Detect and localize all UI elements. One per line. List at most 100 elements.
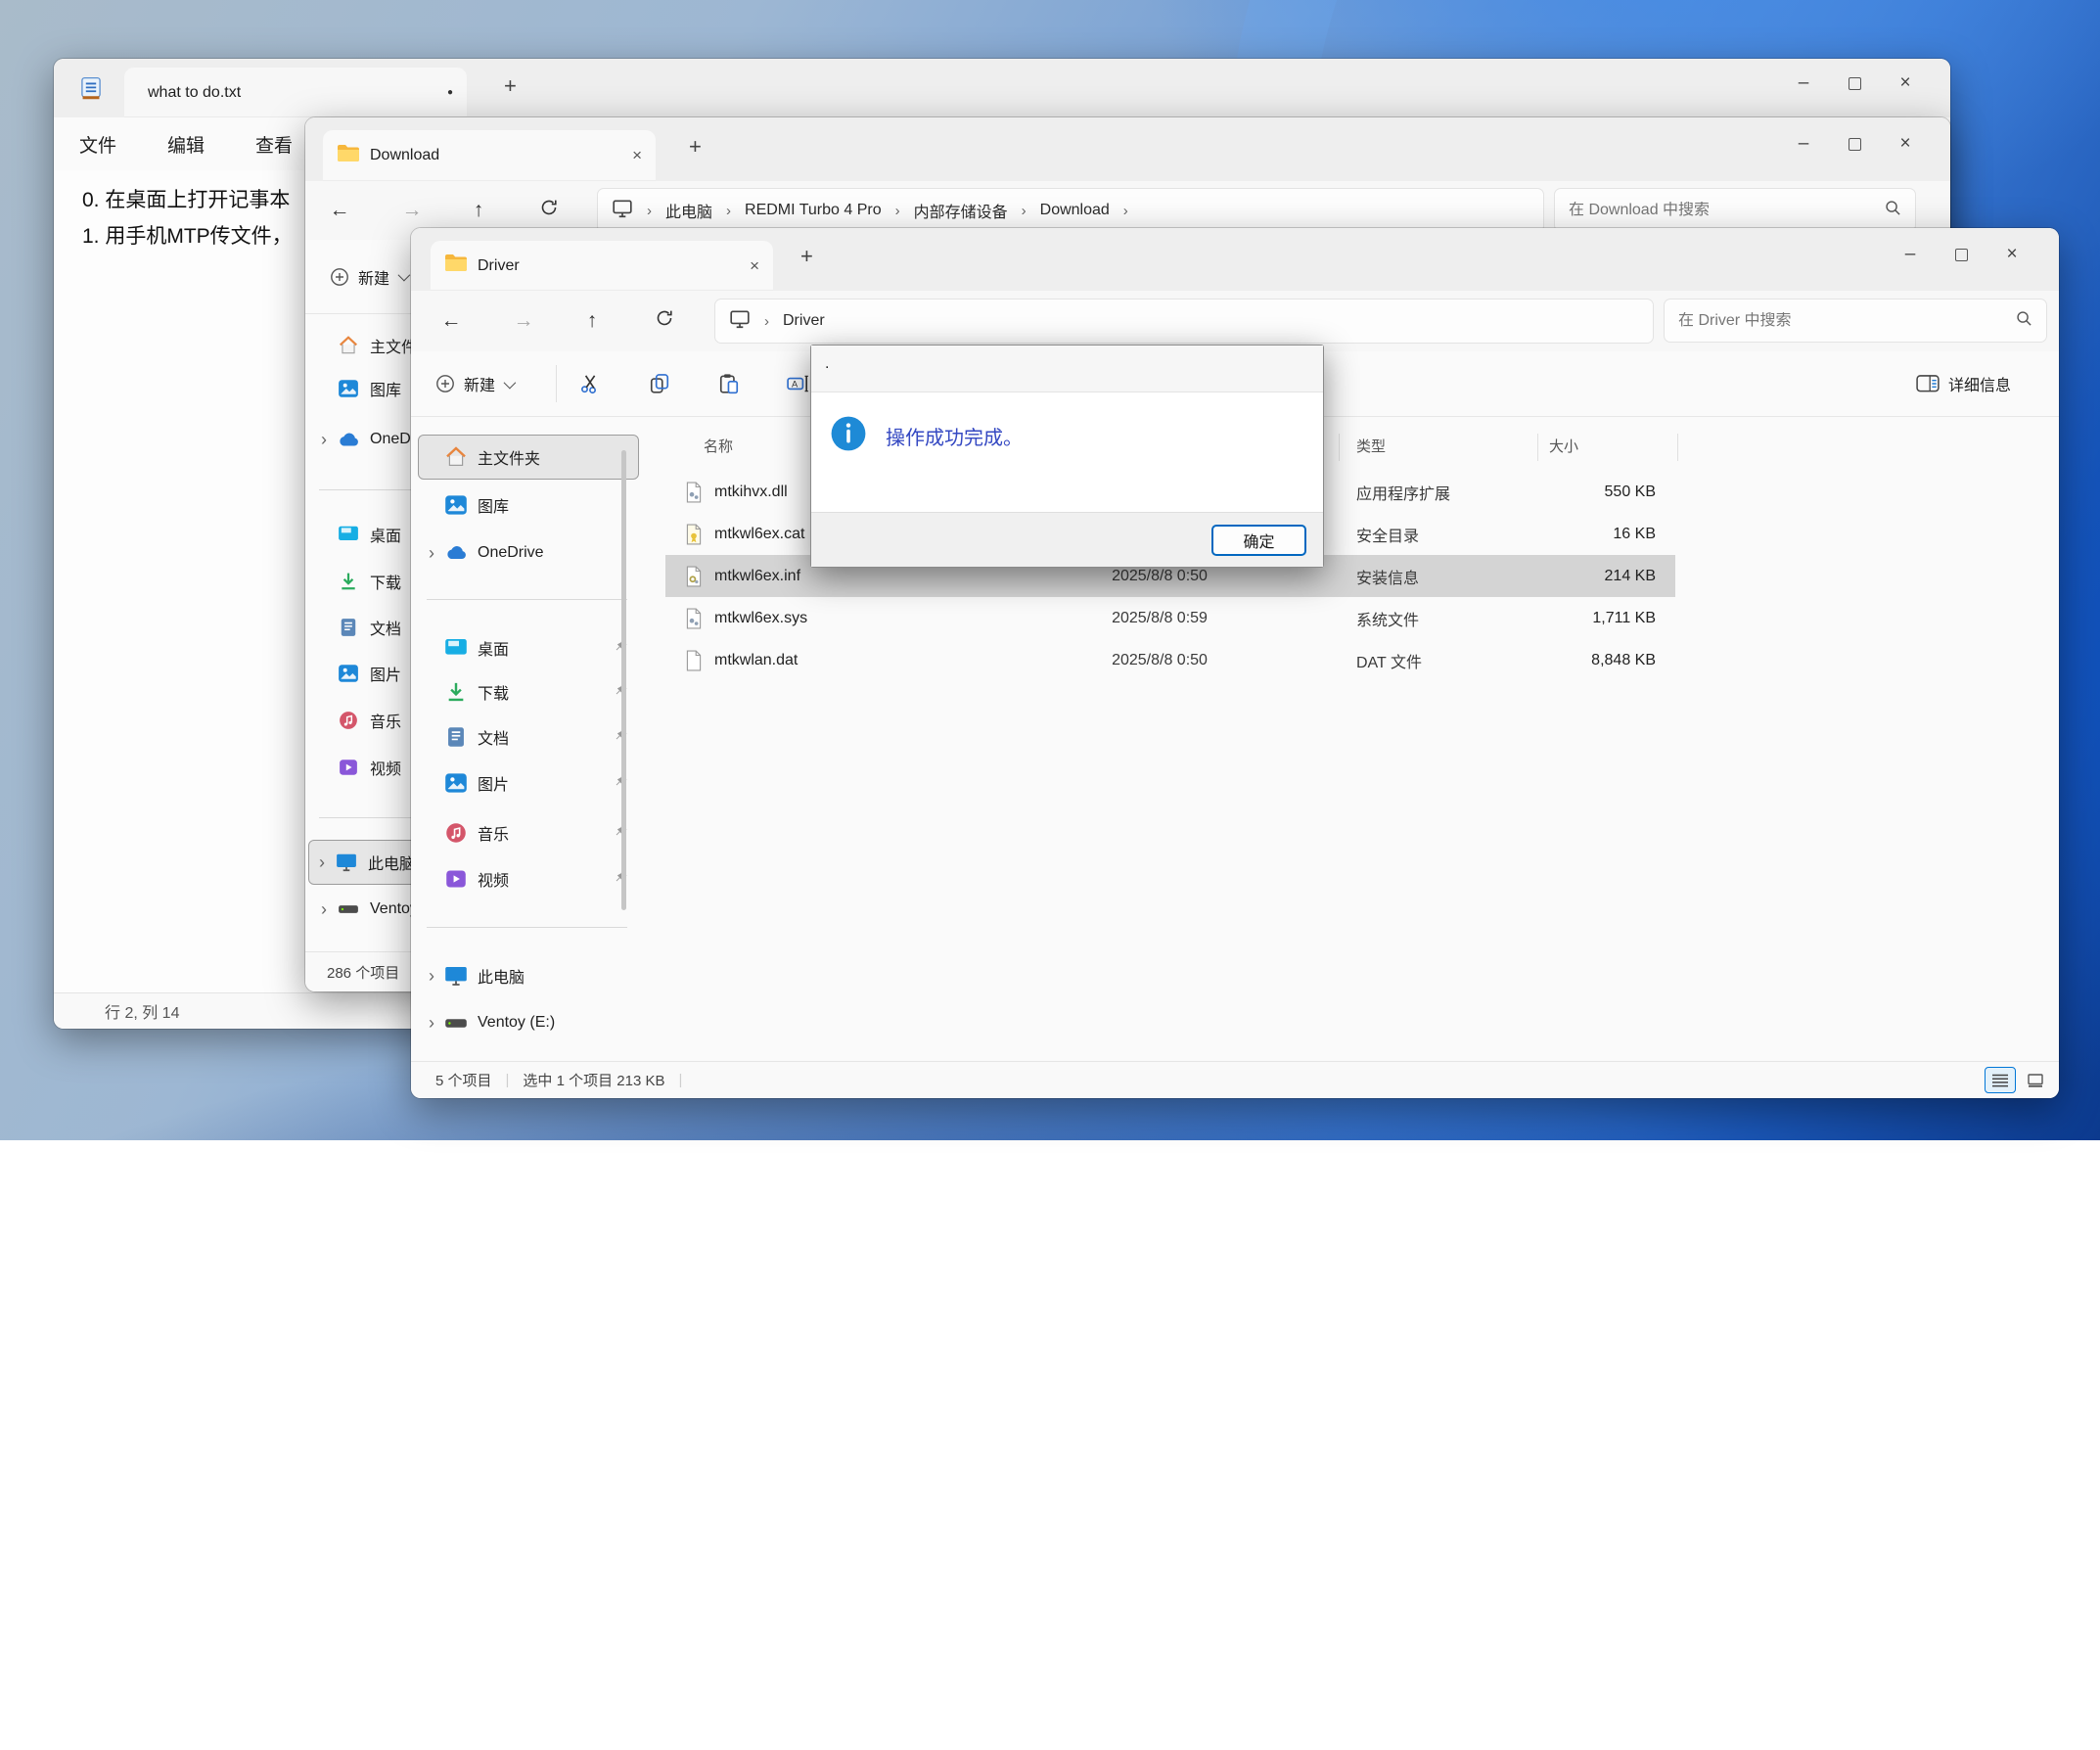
column-header-size[interactable]: 大小 (1549, 436, 1578, 456)
sidebar-item-videos[interactable]: 视频 (419, 857, 638, 900)
tab-close-icon[interactable]: × (750, 256, 759, 276)
sidebar-item-documents[interactable]: 文档 (419, 715, 638, 759)
file-row[interactable]: mtkwl6ex.sys 2025/8/8 0:59 系统文件 1,711 KB (665, 597, 1675, 639)
refresh-button[interactable] (532, 198, 566, 223)
folder-icon (444, 253, 468, 278)
music-icon (337, 709, 360, 732)
ok-button[interactable]: 确定 (1211, 525, 1306, 556)
expander-icon[interactable]: › (419, 543, 444, 564)
expander-icon[interactable]: › (311, 899, 337, 920)
sidebar-scrollbar[interactable] (621, 450, 626, 910)
breadcrumb-device[interactable]: REDMI Turbo 4 Pro (745, 202, 882, 219)
sidebar-item-this-pc[interactable]: › 此电脑 (419, 954, 638, 997)
search-input[interactable] (1665, 312, 2016, 330)
breadcrumb-this-pc[interactable]: 此电脑 (665, 199, 712, 222)
close-button[interactable]: × (1880, 65, 1931, 102)
desktop-icon (337, 523, 360, 546)
sidebar-item-gallery[interactable]: 图库 (419, 484, 638, 527)
notepad-tab-title: what to do.txt (148, 84, 447, 102)
sidebar-item-onedrive[interactable]: › OneDrive (419, 531, 638, 575)
sidebar-item-pictures[interactable]: 图片 (419, 761, 638, 805)
back-button[interactable]: ← (434, 309, 468, 333)
search-box[interactable] (1554, 188, 1916, 232)
column-header-type[interactable]: 类型 (1356, 436, 1386, 456)
driver-tab[interactable]: Driver × (431, 241, 773, 291)
dat-file-icon (685, 639, 703, 681)
details-view-button[interactable] (1985, 1067, 2016, 1093)
column-header-name[interactable]: 名称 (704, 436, 733, 456)
maximize-button[interactable] (1829, 65, 1880, 102)
forward-button[interactable]: → (395, 199, 429, 222)
inf-file-icon (685, 555, 703, 597)
minimize-button[interactable]: – (1885, 236, 1936, 273)
search-box[interactable] (1664, 299, 2047, 343)
minimize-button[interactable]: – (1778, 125, 1829, 162)
dialog-title: . (825, 355, 829, 373)
expander-icon[interactable]: › (311, 430, 337, 450)
unsaved-dot-icon: ● (447, 87, 453, 98)
breadcrumb-storage[interactable]: 内部存储设备 (914, 199, 1008, 222)
address-bar[interactable]: › 此电脑 › REDMI Turbo 4 Pro › 内部存储设备 › Dow… (597, 188, 1544, 233)
menu-file[interactable]: 文件 (54, 131, 142, 158)
expander-icon[interactable]: › (309, 852, 335, 873)
downloads-icon (444, 680, 468, 704)
maximize-button[interactable] (1829, 125, 1880, 162)
new-tab-button[interactable]: + (504, 73, 517, 99)
breadcrumb-folder[interactable]: Download (1040, 202, 1110, 219)
up-button[interactable]: ↑ (462, 199, 495, 222)
details-pane-button[interactable]: 详细信息 (1916, 372, 2011, 395)
sidebar-item-music[interactable]: 音乐 (419, 811, 638, 854)
copy-button[interactable] (638, 362, 681, 405)
refresh-button[interactable] (648, 308, 681, 334)
music-icon (444, 821, 468, 845)
pictures-icon (337, 662, 360, 685)
new-tab-button[interactable]: + (689, 134, 702, 160)
download-titlebar[interactable]: Download × + – × (305, 117, 1950, 181)
dialog-message: 操作成功完成。 (886, 422, 1023, 450)
folder-icon (337, 144, 360, 168)
sidebar-item-home[interactable]: 主文件夹 (419, 436, 638, 479)
back-button[interactable]: ← (323, 199, 356, 222)
search-icon (2016, 310, 2032, 332)
status-divider: | (678, 1072, 682, 1088)
this-pc-icon (444, 964, 468, 988)
notepad-titlebar[interactable]: what to do.txt ● + – × (54, 59, 1950, 117)
file-row[interactable]: mtkwlan.dat 2025/8/8 0:50 DAT 文件 8,848 K… (665, 639, 1675, 681)
forward-button[interactable]: → (507, 309, 540, 333)
onedrive-icon (444, 541, 468, 565)
tab-close-icon[interactable]: × (632, 146, 642, 165)
new-button[interactable]: 新建 (330, 265, 407, 289)
expander-icon[interactable]: › (419, 966, 444, 987)
home-icon (337, 334, 360, 357)
menu-edit[interactable]: 编辑 (142, 131, 230, 158)
sidebar-item-desktop[interactable]: 桌面 (419, 626, 638, 669)
close-button[interactable]: × (1880, 125, 1931, 162)
new-button[interactable]: 新建 (435, 372, 513, 395)
driver-titlebar[interactable]: Driver × + – × (411, 228, 2059, 291)
videos-icon (337, 756, 360, 779)
sidebar-item-downloads[interactable]: 下载 (419, 670, 638, 714)
expander-icon[interactable]: › (419, 1013, 444, 1034)
gallery-icon (444, 493, 468, 517)
sidebar-item-ventoy[interactable]: › Ventoy (E:) (419, 1001, 638, 1044)
device-icon (612, 198, 633, 224)
new-tab-button[interactable]: + (800, 244, 813, 269)
search-input[interactable] (1555, 202, 1885, 219)
notepad-tab[interactable]: what to do.txt ● (124, 68, 467, 117)
icons-view-button[interactable] (2020, 1067, 2051, 1093)
cut-button[interactable] (569, 362, 612, 405)
paste-button[interactable] (708, 362, 751, 405)
maximize-button[interactable] (1936, 236, 1986, 273)
breadcrumb-folder[interactable]: Driver (783, 312, 825, 330)
cursor-position-status: 行 2, 列 14 (105, 999, 179, 1023)
message-dialog: . 操作成功完成。 确定 (810, 345, 1324, 568)
address-bar[interactable]: › Driver (714, 299, 1654, 344)
dialog-titlebar[interactable]: . (811, 345, 1323, 392)
pictures-icon (444, 771, 468, 795)
up-button[interactable]: ↑ (575, 309, 609, 333)
close-button[interactable]: × (1986, 236, 2037, 273)
minimize-button[interactable]: – (1778, 65, 1829, 102)
maximize-icon (1955, 249, 1968, 261)
download-tab[interactable]: Download × (323, 130, 656, 181)
drive-icon (337, 898, 360, 921)
